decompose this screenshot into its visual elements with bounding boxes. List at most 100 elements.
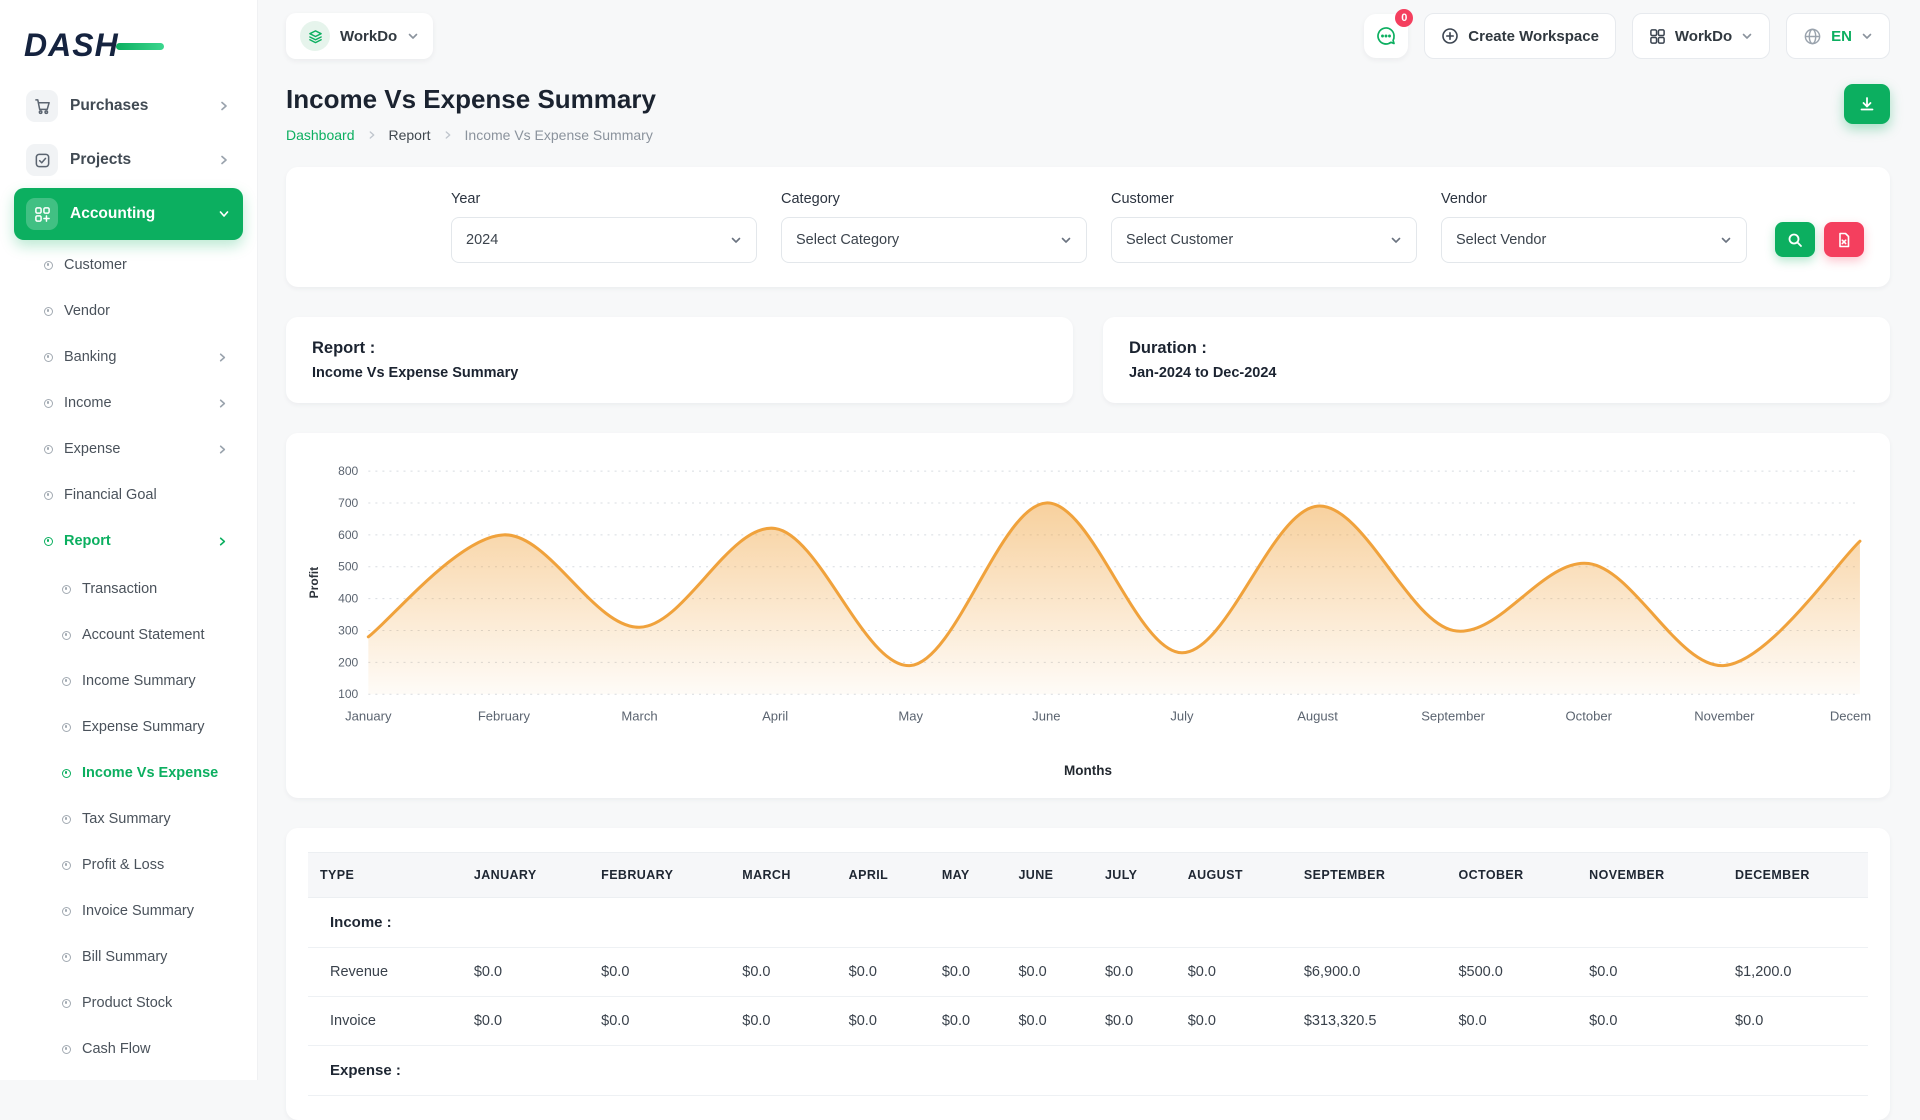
sidebar-item-projects[interactable]: Projects <box>14 134 243 186</box>
sidebar-subitem[interactable]: Product Stock <box>14 980 243 1026</box>
brand-logo[interactable]: DASH <box>14 18 243 72</box>
download-button[interactable] <box>1844 84 1890 124</box>
sidebar-subitem[interactable]: Account Statement <box>14 612 243 658</box>
sidebar-item-label: Accounting <box>70 205 155 223</box>
bullet-icon <box>44 353 53 362</box>
bullet-icon <box>62 861 71 870</box>
chevron-right-icon <box>216 397 229 410</box>
svg-text:Profit: Profit <box>307 567 321 598</box>
topbar: WorkDo 0 Create Workspace <box>258 0 1920 72</box>
bullet-icon <box>44 261 53 270</box>
sidebar-subitem-label: Income Summary <box>82 673 196 689</box>
table-header-cell: NOVEMBER <box>1577 852 1723 897</box>
bullet-icon <box>62 585 71 594</box>
create-workspace-button[interactable]: Create Workspace <box>1424 13 1616 59</box>
category-icon <box>26 198 58 230</box>
create-workspace-label: Create Workspace <box>1468 28 1599 45</box>
table-cell <box>1292 1045 1447 1095</box>
workspace-menu-label: WorkDo <box>1675 28 1732 45</box>
sidebar-subitem[interactable]: Bill Summary <box>14 934 243 980</box>
sidebar-item-purchases[interactable]: Purchases <box>14 80 243 132</box>
table-header-cell: JANUARY <box>462 852 589 897</box>
customer-select[interactable]: Select Customer <box>1111 217 1417 263</box>
sidebar-subitem-label: Banking <box>64 349 116 365</box>
table-cell: $0.0 <box>730 996 836 1045</box>
table-cell: $0.0 <box>1006 947 1092 996</box>
table-cell: $0.0 <box>1577 996 1723 1045</box>
table-cell <box>1176 897 1292 947</box>
sidebar-subitem[interactable]: Profit & Loss <box>14 842 243 888</box>
table-cell: $1,200.0 <box>1723 947 1868 996</box>
sidebar-item-accounting[interactable]: Accounting <box>14 188 243 240</box>
bullet-icon <box>44 307 53 316</box>
table-cell: $0.0 <box>589 947 730 996</box>
year-select[interactable]: 2024 <box>451 217 757 263</box>
sidebar-subitem-label: Report <box>64 533 111 549</box>
sidebar-subitem[interactable]: Expense <box>14 426 243 472</box>
sidebar-subitem[interactable]: Tax Summary <box>14 796 243 842</box>
sidebar-subitem[interactable]: Income Summary <box>14 658 243 704</box>
language-button[interactable]: EN <box>1786 13 1890 59</box>
sidebar-subitem[interactable]: Banking <box>14 334 243 380</box>
table-cell-type: Invoice <box>308 996 462 1045</box>
sidebar-subitem[interactable]: Financial Goal <box>14 472 243 518</box>
globe-icon <box>1803 27 1822 46</box>
sidebar-item-label: Projects <box>70 151 131 169</box>
svg-text:May: May <box>898 708 923 723</box>
report-card-value: Income Vs Expense Summary <box>312 365 1047 381</box>
table-cell <box>837 897 930 947</box>
vendor-select[interactable]: Select Vendor <box>1441 217 1747 263</box>
messages-badge: 0 <box>1395 9 1413 27</box>
chat-icon <box>1375 25 1397 47</box>
breadcrumb-link-dashboard[interactable]: Dashboard <box>286 127 355 143</box>
reset-filter-button[interactable] <box>1824 222 1864 257</box>
sidebar-subitem[interactable]: Income <box>14 380 243 426</box>
chevron-right-icon <box>442 129 454 141</box>
workspace-switcher-label: WorkDo <box>340 28 397 45</box>
apply-filter-button[interactable] <box>1775 222 1815 257</box>
table-cell: $0.0 <box>730 947 836 996</box>
messages-button[interactable]: 0 <box>1364 14 1408 58</box>
page-title: Income Vs Expense Summary <box>286 84 656 115</box>
sidebar-subitem[interactable]: Vendor <box>14 288 243 334</box>
sidebar-subitem[interactable]: Cash Flow <box>14 1026 243 1072</box>
sidebar-subitem-label: Invoice Summary <box>82 903 194 919</box>
sidebar-subitem[interactable]: Report <box>14 518 243 564</box>
table-cell <box>1006 897 1092 947</box>
cart-icon <box>26 90 58 122</box>
accounting-submenu: Customer Vendor Banking <box>14 242 243 564</box>
svg-text:June: June <box>1032 708 1060 723</box>
bullet-icon <box>44 445 53 454</box>
category-select[interactable]: Select Category <box>781 217 1087 263</box>
sidebar-subitem[interactable]: Transaction <box>14 566 243 612</box>
table-cell <box>730 1045 836 1095</box>
table-cell: $500.0 <box>1446 947 1577 996</box>
table-section-row: Expense : <box>308 1045 1868 1095</box>
sidebar-subitem[interactable]: Customer <box>14 242 243 288</box>
table-cell <box>837 1045 930 1095</box>
chevron-down-icon <box>1861 30 1873 42</box>
sidebar-subitem[interactable]: Expense Summary <box>14 704 243 750</box>
svg-text:December: December <box>1830 708 1872 723</box>
table-header-row: TYPEJANUARYFEBRUARYMARCHAPRILMAYJUNEJULY… <box>308 852 1868 897</box>
filter-label: Vendor <box>1441 191 1747 207</box>
bullet-icon <box>62 631 71 640</box>
workspace-switcher[interactable]: WorkDo <box>286 13 433 59</box>
bullet-icon <box>62 815 71 824</box>
sidebar-subitem[interactable]: Income Vs Expense <box>14 750 243 796</box>
table-cell <box>589 897 730 947</box>
bullet-icon <box>62 999 71 1008</box>
table-header-cell: JULY <box>1093 852 1176 897</box>
table-cell: $0.0 <box>930 947 1007 996</box>
table-cell: $0.0 <box>1176 947 1292 996</box>
sidebar-subitem-label: Product Stock <box>82 995 172 1011</box>
breadcrumb-link-report[interactable]: Report <box>389 127 431 143</box>
workspace-menu-button[interactable]: WorkDo <box>1632 13 1770 59</box>
page-head: Income Vs Expense Summary Dashboard Repo… <box>286 84 1890 143</box>
bullet-icon <box>62 953 71 962</box>
file-x-icon <box>1836 232 1852 248</box>
table-cell <box>462 897 589 947</box>
chevron-right-icon <box>216 535 229 548</box>
sidebar-subitem[interactable]: Invoice Summary <box>14 888 243 934</box>
svg-text:August: August <box>1297 708 1338 723</box>
